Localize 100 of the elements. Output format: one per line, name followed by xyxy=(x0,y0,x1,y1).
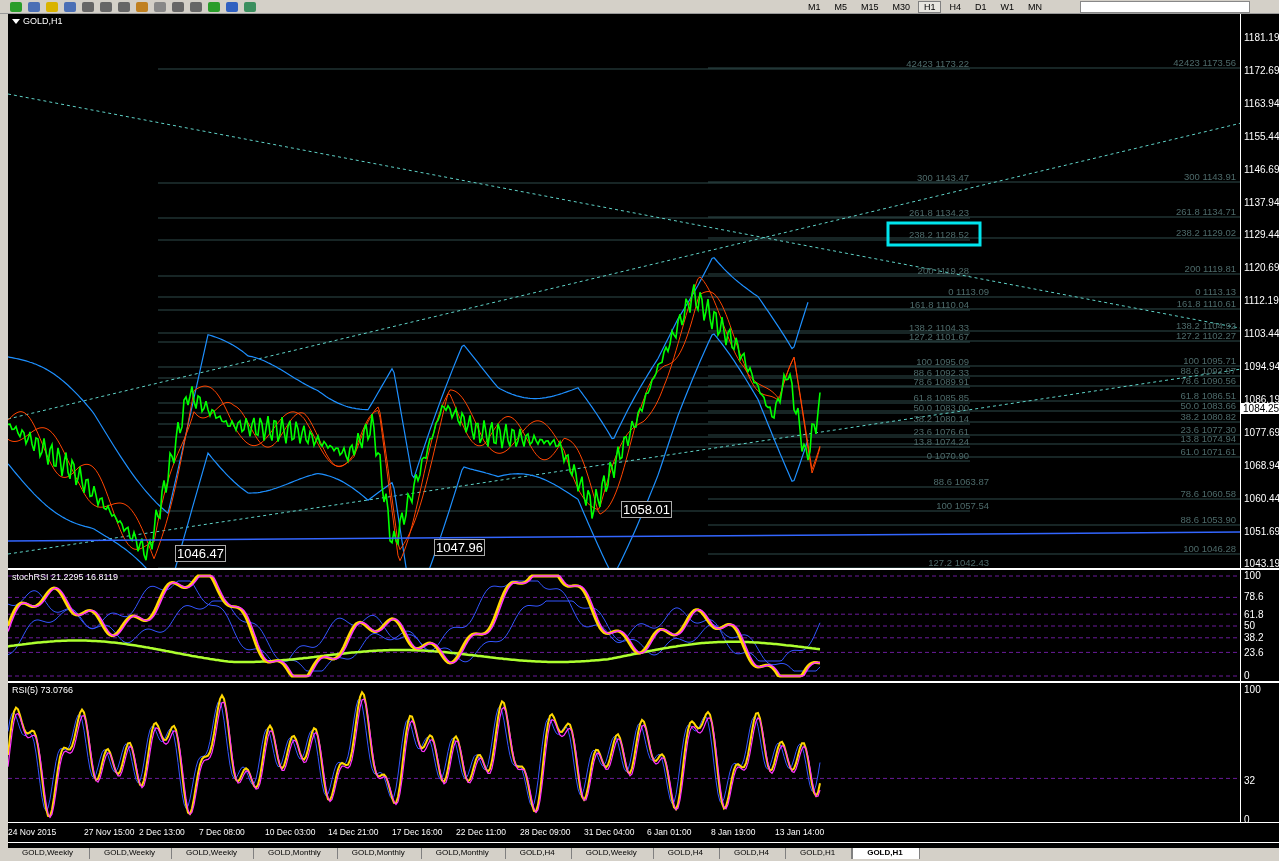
fib-level-label: 127.2 1042.43 xyxy=(928,558,990,568)
fib-level-label: 138.2 1104.33 xyxy=(908,323,970,333)
fib-level-label: 78.6 1089.91 xyxy=(913,377,970,387)
indicator-axis-label: 38.2 xyxy=(1244,632,1264,643)
price-axis-label: 1181.19 xyxy=(1244,32,1279,43)
fib-level-label: 0 1113.13 xyxy=(1195,287,1237,297)
time-axis-label: 22 Dec 11:00 xyxy=(456,827,506,837)
price-axis-label: 1129.44 xyxy=(1244,229,1279,241)
fib-level-label: 88.6 1053.90 xyxy=(1180,515,1237,525)
indicator-axis-label: 61.8 xyxy=(1244,609,1264,620)
fib-level-label: 78.6 1090.56 xyxy=(1180,376,1237,386)
indicator-axis-label: 50 xyxy=(1244,620,1256,631)
toolbar-icon[interactable] xyxy=(100,1,112,12)
price-axis-label: 1051.69 xyxy=(1244,525,1279,537)
toolbar-icon[interactable] xyxy=(82,1,94,12)
fib-level-label: 42423 1173.22 xyxy=(906,59,970,69)
fib-level-label: 127.2 1101.67 xyxy=(908,332,970,342)
toolbar-icon[interactable] xyxy=(136,1,148,12)
dropdown-triangle-icon[interactable] xyxy=(12,18,20,24)
fib-level-label: 42423 1173.56 xyxy=(1173,58,1237,68)
toolbar-icon[interactable] xyxy=(10,1,22,12)
price-axis-label: 1172.69 xyxy=(1244,64,1279,76)
fib-level-label: 13.8 1074.24 xyxy=(913,437,970,447)
fib-level-label: 161.8 1110.61 xyxy=(1176,299,1237,309)
fib-level-label: 88.6 1063.87 xyxy=(933,477,990,487)
toolbar-icon[interactable] xyxy=(154,1,166,12)
fib-level-label: 100 1057.54 xyxy=(936,501,990,511)
time-axis-label: 24 Nov 2015 xyxy=(8,827,57,837)
price-axis-label: 1137.94 xyxy=(1244,196,1279,208)
time-axis-label: 31 Dec 04:00 xyxy=(584,827,635,837)
indicator-axis-label: 0 xyxy=(1244,670,1250,681)
fib-level-label: 88.6 1092.97 xyxy=(1180,366,1237,376)
fib-level-label: 100 1095.71 xyxy=(1183,356,1237,366)
fib-level-label: 23.6 1077.30 xyxy=(1180,425,1237,435)
indicator-title: RSI(5) 73.0766 xyxy=(12,685,74,695)
time-axis-label: 14 Dec 21:00 xyxy=(328,827,379,837)
price-callout: 1047.96 xyxy=(434,539,485,556)
time-axis-label: 2 Dec 13:00 xyxy=(139,827,185,837)
indicator-axis-label: 100 xyxy=(1244,684,1261,695)
toolbar-icon[interactable] xyxy=(208,1,220,12)
fib-level-label: 238.2 1129.02 xyxy=(1175,228,1237,238)
price-axis-label: 1120.69 xyxy=(1244,262,1279,274)
chart-tab[interactable]: GOLD,H1 xyxy=(852,848,920,859)
fib-level-label: 61.8 1085.85 xyxy=(913,393,970,403)
time-axis-label: 10 Dec 03:00 xyxy=(265,827,316,837)
fib-level-label: 38.2 1080.82 xyxy=(1180,412,1237,422)
price-axis-label: 1103.44 xyxy=(1244,328,1279,340)
time-axis-label: 27 Nov 15:00 xyxy=(84,827,135,837)
time-axis-label: 13 Jan 14:00 xyxy=(775,827,825,837)
indicator-title: stochRSI 21.2295 16.8119 xyxy=(12,572,118,582)
fib-level-label: 300 1143.47 xyxy=(916,173,970,183)
toolbar-icon[interactable] xyxy=(28,1,40,12)
fib-level-label: 50.0 1083.66 xyxy=(1180,401,1237,411)
price-axis-label: 1043.19 xyxy=(1244,558,1279,570)
indicator-axis-label: 78.6 xyxy=(1244,591,1264,602)
price-axis-label: 1112.19 xyxy=(1244,295,1279,307)
fib-level-label: 138.2 1104.92 xyxy=(1175,321,1237,331)
price-axis-label: 1163.94 xyxy=(1244,97,1279,109)
price-axis-label: 1155.44 xyxy=(1244,130,1279,142)
price-axis-label: 1086.19 xyxy=(1244,393,1279,405)
fib-level-label: 61.8 1086.51 xyxy=(1180,391,1237,401)
fib-level-label: 100 1095.09 xyxy=(916,357,970,367)
fib-level-label: 61.0 1071.61 xyxy=(1180,447,1237,457)
indicator-axis-label: 32 xyxy=(1244,775,1256,786)
fib-level-label: 0 1113.09 xyxy=(948,287,990,297)
fib-level-label: 88.6 1092.33 xyxy=(913,368,970,378)
current-price-label: 1084.25 xyxy=(1241,403,1279,414)
time-axis-label: 8 Jan 19:00 xyxy=(711,827,756,837)
time-axis-label: 28 Dec 09:00 xyxy=(520,827,571,837)
fib-level-label: 261.8 1134.23 xyxy=(908,208,970,218)
indicator-axis-label: 23.6 xyxy=(1244,647,1264,658)
fib-level-label: 261.8 1134.71 xyxy=(1175,207,1237,217)
toolbar-icon[interactable] xyxy=(118,1,130,12)
toolbar-icon[interactable] xyxy=(190,1,202,12)
fib-level-label: 0 1070.90 xyxy=(926,451,970,461)
toolbar-icon[interactable] xyxy=(64,1,76,12)
price-axis-label: 1146.69 xyxy=(1244,163,1279,175)
chart-title: GOLD,H1 xyxy=(23,16,63,26)
time-axis-label: 17 Dec 16:00 xyxy=(392,827,443,837)
search-field[interactable] xyxy=(1080,0,1250,13)
fib-level-label: 161.8 1110.04 xyxy=(909,300,970,310)
fib-level-label: 50.0 1083.00 xyxy=(913,403,970,413)
price-axis-label: 1077.69 xyxy=(1244,426,1279,438)
fib-level-label: 78.6 1060.58 xyxy=(1180,489,1237,499)
time-axis-label: 7 Dec 08:00 xyxy=(199,827,245,837)
toolbar-icon[interactable] xyxy=(226,1,238,12)
indicator-axis-label: 100 xyxy=(1244,570,1261,581)
fib-level-label: 238.2 1128.52 xyxy=(908,230,970,240)
fib-level-label: 13.8 1074.94 xyxy=(1180,434,1237,444)
fib-level-label: 23.6 1076.61 xyxy=(913,427,970,437)
toolbar-icon[interactable] xyxy=(244,1,256,12)
fib-level-label: 200 1119.81 xyxy=(1184,264,1237,274)
price-callout: 1046.47 xyxy=(175,545,226,562)
fib-level-label: 127.2 1102.27 xyxy=(1175,331,1237,341)
fib-level-label: 300 1143.91 xyxy=(1183,172,1237,182)
timeframe-button[interactable]: H1 xyxy=(917,0,942,13)
toolbar-icon[interactable] xyxy=(172,1,184,12)
price-callout: 1058.01 xyxy=(621,501,672,518)
fib-level-label: 100 1046.28 xyxy=(1183,544,1237,554)
time-axis-label: 6 Jan 01:00 xyxy=(647,827,692,837)
